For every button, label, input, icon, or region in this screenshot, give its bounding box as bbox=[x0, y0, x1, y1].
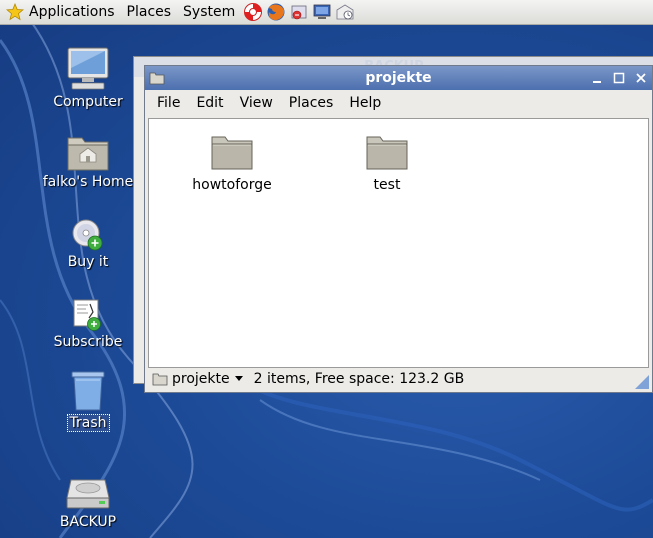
desktop-icon-home[interactable]: falko's Home bbox=[38, 126, 138, 190]
cd-disc-icon bbox=[72, 219, 103, 251]
desktop-icon-label: Trash bbox=[66, 414, 110, 432]
desktop-icon-label: Computer bbox=[53, 94, 123, 110]
system-menu[interactable]: System bbox=[177, 0, 241, 24]
chevron-down-icon bbox=[234, 376, 243, 381]
file-manager-window[interactable]: projekte File Edit View Places Help howt… bbox=[144, 65, 653, 393]
status-text: 2 items, Free space: 123.2 GB bbox=[253, 371, 465, 387]
applications-menu-label: Applications bbox=[29, 4, 115, 20]
applications-menu[interactable]: Applications bbox=[0, 0, 121, 24]
places-menu[interactable]: Places bbox=[121, 0, 178, 24]
top-panel: Applications Places System bbox=[0, 0, 653, 25]
location-dropdown[interactable]: projekte bbox=[148, 371, 248, 387]
close-icon bbox=[636, 73, 646, 83]
desktop-icon-label: BACKUP bbox=[59, 514, 117, 530]
computer-monitor-icon bbox=[67, 47, 109, 90]
menu-file[interactable]: File bbox=[149, 95, 188, 111]
file-view[interactable]: howtoforge test bbox=[148, 118, 649, 368]
network-launcher[interactable] bbox=[311, 1, 333, 23]
mail-launcher[interactable] bbox=[288, 1, 310, 23]
menu-edit[interactable]: Edit bbox=[188, 95, 231, 111]
firefox-launcher[interactable] bbox=[265, 1, 287, 23]
firefox-icon bbox=[267, 3, 285, 21]
desktop-icon-label: Buy it bbox=[67, 254, 109, 270]
statusbar: projekte 2 items, Free space: 123.2 GB bbox=[148, 367, 649, 391]
resize-grip-icon[interactable] bbox=[634, 374, 650, 390]
help-lifebuoy-icon bbox=[244, 3, 263, 21]
folder-icon bbox=[149, 72, 165, 85]
window-titlebar[interactable]: projekte bbox=[145, 66, 652, 90]
menubar: File Edit View Places Help bbox=[145, 90, 652, 116]
folder-icon bbox=[211, 136, 253, 170]
menu-view[interactable]: View bbox=[232, 95, 281, 111]
folder-icon bbox=[366, 136, 408, 170]
help-launcher[interactable] bbox=[242, 1, 264, 23]
document-icon bbox=[73, 299, 101, 331]
desktop-icon-trash[interactable]: Trash bbox=[38, 366, 138, 432]
minimize-icon bbox=[593, 81, 601, 83]
close-button[interactable] bbox=[630, 67, 652, 89]
places-menu-label: Places bbox=[126, 4, 172, 20]
location-label: projekte bbox=[172, 371, 230, 387]
clock-launcher[interactable] bbox=[334, 1, 356, 23]
file-item-howtoforge[interactable]: howtoforge bbox=[172, 127, 292, 193]
folder-icon bbox=[152, 373, 168, 386]
gnome-foot-icon bbox=[6, 3, 24, 21]
desktop-icon-computer[interactable]: Computer bbox=[38, 46, 138, 110]
trash-icon bbox=[71, 371, 105, 411]
system-menu-label: System bbox=[183, 4, 236, 20]
desktop-icon-backup[interactable]: BACKUP bbox=[38, 466, 138, 530]
desktop-icon-buy-it[interactable]: Buy it bbox=[38, 206, 138, 270]
menu-places[interactable]: Places bbox=[281, 95, 342, 111]
menu-help[interactable]: Help bbox=[341, 95, 389, 111]
home-folder-icon bbox=[67, 137, 109, 171]
file-item-label: test bbox=[373, 177, 401, 193]
file-item-label: howtoforge bbox=[192, 177, 272, 193]
maximize-icon bbox=[613, 72, 625, 84]
desktop-icon-subscribe[interactable]: Subscribe bbox=[38, 286, 138, 350]
hard-drive-icon bbox=[66, 479, 110, 509]
minimize-button[interactable] bbox=[586, 67, 608, 89]
clock-notification-icon bbox=[336, 4, 354, 20]
maximize-button[interactable] bbox=[608, 67, 630, 89]
desktop-icon-label: Subscribe bbox=[53, 334, 123, 350]
window-title: projekte bbox=[365, 70, 432, 86]
evolution-mail-icon bbox=[291, 5, 307, 20]
desktop-icon-label: falko's Home bbox=[42, 174, 134, 190]
network-monitor-icon bbox=[313, 4, 331, 19]
file-item-test[interactable]: test bbox=[327, 127, 447, 193]
